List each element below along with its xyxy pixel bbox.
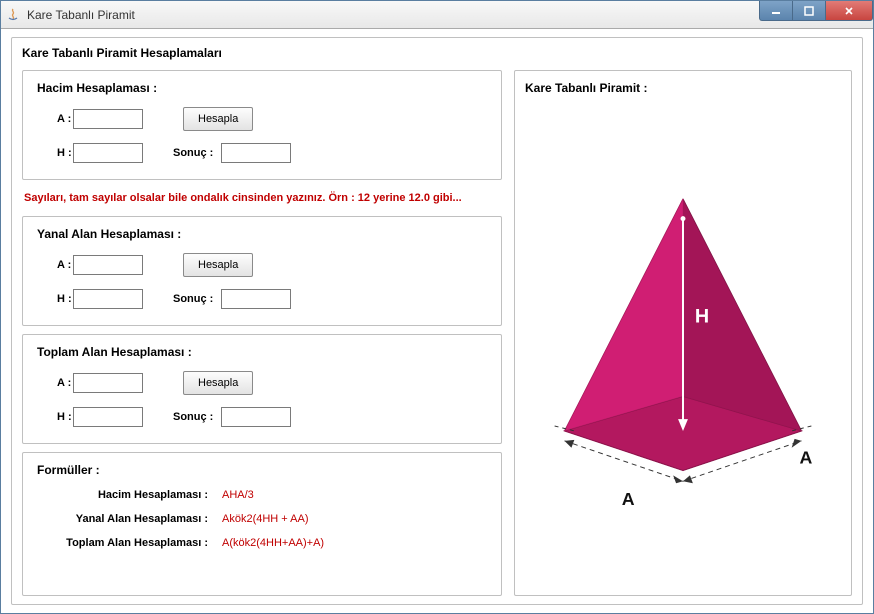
hacim-sonuc-label: Sonuç : bbox=[173, 147, 213, 159]
titlebar: Kare Tabanlı Piramit bbox=[1, 1, 873, 29]
toplam-panel: Toplam Alan Hesaplaması : A : Hesapla H … bbox=[22, 334, 502, 444]
toplam-hesapla-button[interactable]: Hesapla bbox=[183, 371, 253, 395]
left-column: Hacim Hesaplaması : A : Hesapla H : Sonu… bbox=[22, 70, 502, 596]
close-button[interactable] bbox=[825, 1, 873, 21]
formula-hacim-value: AHA/3 bbox=[222, 489, 254, 501]
toplam-sonuc-label: Sonuç : bbox=[173, 411, 213, 423]
yanal-h-input[interactable] bbox=[73, 289, 143, 309]
app-window: Kare Tabanlı Piramit Kare Tabanlı Pirami… bbox=[0, 0, 874, 614]
diagram-a2-label: A bbox=[800, 448, 813, 468]
maximize-button[interactable] bbox=[792, 1, 826, 21]
formula-toplam-value: A(kök2(4HH+AA)+A) bbox=[222, 537, 324, 549]
hacim-title: Hacim Hesaplaması : bbox=[37, 81, 487, 95]
toplam-h-input[interactable] bbox=[73, 407, 143, 427]
hacim-a-label: A : bbox=[37, 113, 73, 125]
formuller-title: Formüller : bbox=[37, 463, 487, 477]
toplam-a-input[interactable] bbox=[73, 373, 143, 393]
yanal-title: Yanal Alan Hesaplaması : bbox=[37, 227, 487, 241]
hacim-a-input[interactable] bbox=[73, 109, 143, 129]
hacim-h-input[interactable] bbox=[73, 143, 143, 163]
diagram-panel: Kare Tabanlı Piramit : bbox=[514, 70, 852, 596]
formuller-panel: Formüller : Hacim Hesaplaması : AHA/3 Ya… bbox=[22, 452, 502, 596]
yanal-a-input[interactable] bbox=[73, 255, 143, 275]
diagram-a1-label: A bbox=[622, 489, 635, 509]
toplam-a-label: A : bbox=[37, 377, 73, 389]
pyramid-diagram: H A A bbox=[525, 107, 841, 587]
minimize-button[interactable] bbox=[759, 1, 793, 21]
toplam-h-label: H : bbox=[37, 411, 73, 423]
main-panel: Kare Tabanlı Piramit Hesaplamaları Hacim… bbox=[11, 37, 863, 605]
formula-toplam-label: Toplam Alan Hesaplaması : bbox=[37, 537, 222, 549]
toplam-title: Toplam Alan Hesaplaması : bbox=[37, 345, 487, 359]
yanal-a-label: A : bbox=[37, 259, 73, 271]
hacim-panel: Hacim Hesaplaması : A : Hesapla H : Sonu… bbox=[22, 70, 502, 180]
hacim-h-label: H : bbox=[37, 147, 73, 159]
formula-hacim-label: Hacim Hesaplaması : bbox=[37, 489, 222, 501]
formula-yanal-label: Yanal Alan Hesaplaması : bbox=[37, 513, 222, 525]
window-controls bbox=[760, 1, 873, 21]
yanal-sonuc-output[interactable] bbox=[221, 289, 291, 309]
yanal-sonuc-label: Sonuç : bbox=[173, 293, 213, 305]
window-title: Kare Tabanlı Piramit bbox=[27, 8, 135, 22]
columns: Hacim Hesaplaması : A : Hesapla H : Sonu… bbox=[22, 70, 852, 596]
hacim-hesapla-button[interactable]: Hesapla bbox=[183, 107, 253, 131]
toplam-sonuc-output[interactable] bbox=[221, 407, 291, 427]
yanal-h-label: H : bbox=[37, 293, 73, 305]
formula-yanal-value: Akök2(4HH + AA) bbox=[222, 513, 309, 525]
diagram-title: Kare Tabanlı Piramit : bbox=[525, 81, 841, 95]
java-icon bbox=[5, 7, 21, 23]
yanal-hesapla-button[interactable]: Hesapla bbox=[183, 253, 253, 277]
warning-text: Sayıları, tam sayılar olsalar bile ondal… bbox=[22, 188, 502, 208]
diagram-h-label: H bbox=[695, 305, 709, 327]
right-column: Kare Tabanlı Piramit : bbox=[514, 70, 852, 596]
yanal-panel: Yanal Alan Hesaplaması : A : Hesapla H :… bbox=[22, 216, 502, 326]
hacim-sonuc-output[interactable] bbox=[221, 143, 291, 163]
content-area: Kare Tabanlı Piramit Hesaplamaları Hacim… bbox=[1, 29, 873, 613]
main-header: Kare Tabanlı Piramit Hesaplamaları bbox=[22, 46, 852, 60]
